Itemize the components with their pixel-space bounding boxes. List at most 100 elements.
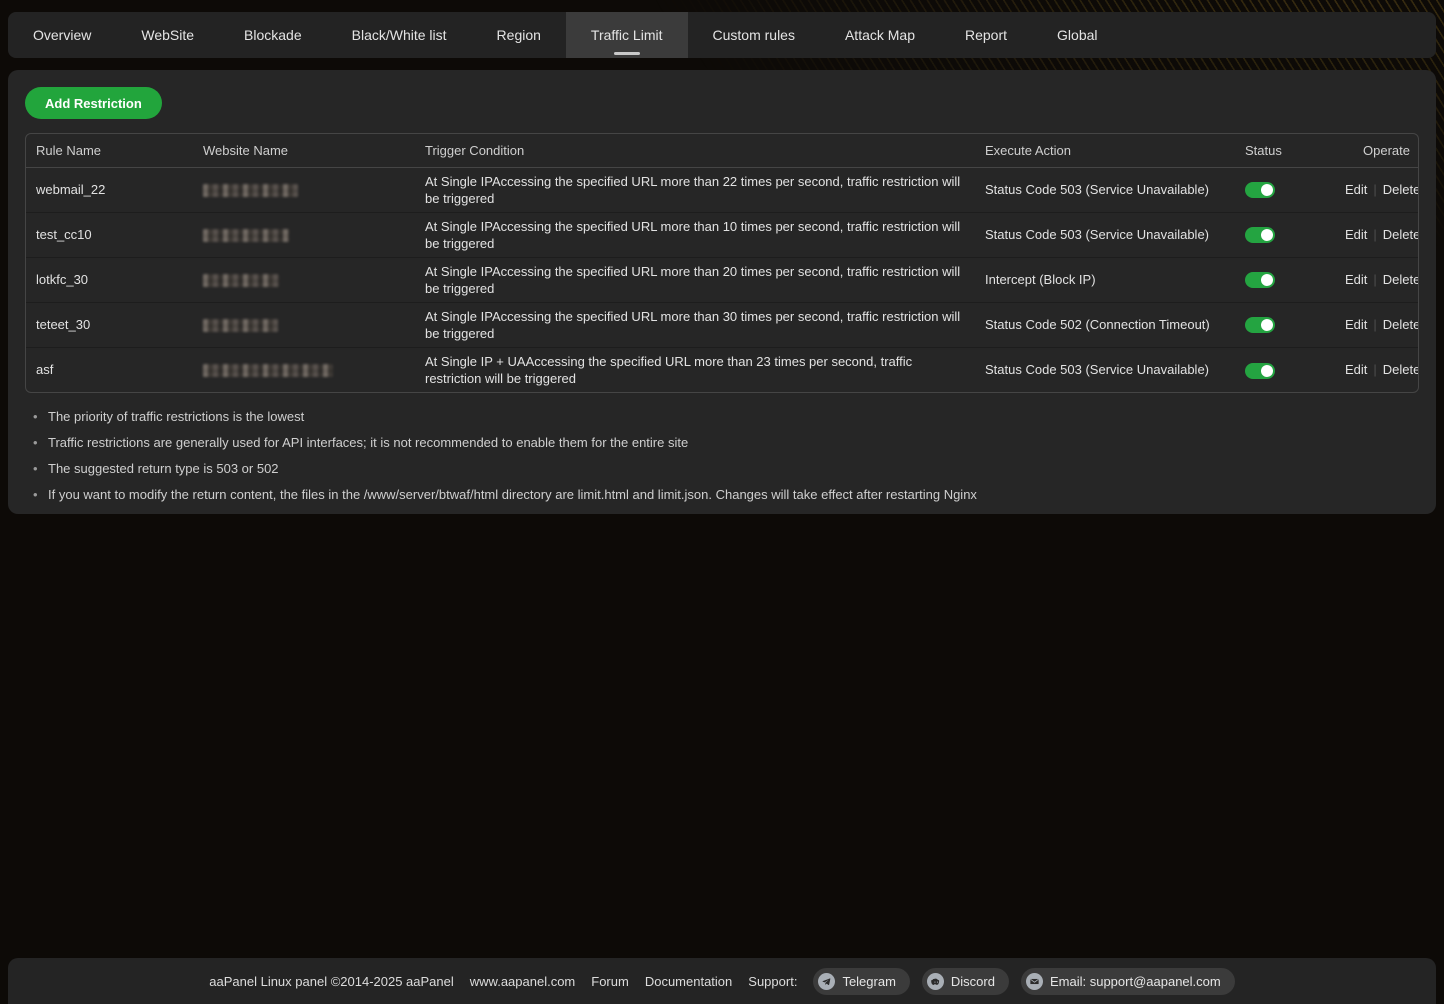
telegram-icon — [818, 973, 835, 990]
status-toggle[interactable] — [1245, 272, 1275, 288]
tab-website[interactable]: WebSite — [116, 12, 219, 58]
footer-support-label: Support: — [748, 974, 797, 989]
header-status: Status — [1235, 134, 1335, 167]
tab-region[interactable]: Region — [472, 12, 566, 58]
discord-icon — [927, 973, 944, 990]
delete-link[interactable]: Delete — [1383, 362, 1419, 377]
website-name-redacted — [203, 229, 289, 242]
tab-label: Global — [1057, 27, 1097, 43]
table-row: lotkfc_30 At Single IPAccessing the spec… — [26, 257, 1418, 302]
note-item: The suggested return type is 503 or 502 — [25, 461, 1419, 476]
rule-name: lotkfc_30 — [26, 257, 193, 302]
telegram-label: Telegram — [842, 974, 895, 989]
tab-label: Traffic Limit — [591, 27, 663, 43]
toggle-knob — [1261, 184, 1273, 196]
execute-action: Status Code 502 (Connection Timeout) — [975, 302, 1235, 347]
table-row: teteet_30 At Single IPAccessing the spec… — [26, 302, 1418, 347]
table-row: test_cc10 At Single IPAccessing the spec… — [26, 212, 1418, 257]
status-toggle[interactable] — [1245, 227, 1275, 243]
footer-link-documentation[interactable]: Documentation — [645, 974, 732, 989]
header-website-name: Website Name — [193, 134, 415, 167]
status-toggle[interactable] — [1245, 182, 1275, 198]
delete-link[interactable]: Delete — [1383, 227, 1419, 242]
execute-action: Status Code 503 (Service Unavailable) — [975, 212, 1235, 257]
execute-action: Intercept (Block IP) — [975, 257, 1235, 302]
rule-name: test_cc10 — [26, 212, 193, 257]
operate-separator: | — [1367, 227, 1382, 242]
edit-link[interactable]: Edit — [1345, 317, 1367, 332]
table-row: webmail_22 At Single IPAccessing the spe… — [26, 167, 1418, 212]
toggle-knob — [1261, 319, 1273, 331]
tab-overview[interactable]: Overview — [8, 12, 116, 58]
toggle-knob — [1261, 274, 1273, 286]
website-name-redacted — [203, 274, 279, 287]
table-row: asf At Single IP + UAAccessing the speci… — [26, 347, 1418, 392]
trigger-condition: At Single IPAccessing the specified URL … — [415, 257, 975, 302]
operate-separator: | — [1367, 182, 1382, 197]
operate-separator: | — [1367, 317, 1382, 332]
execute-action: Status Code 503 (Service Unavailable) — [975, 167, 1235, 212]
footer-link-website[interactable]: www.aapanel.com — [470, 974, 576, 989]
tab-global[interactable]: Global — [1032, 12, 1122, 58]
website-name-redacted — [203, 184, 298, 197]
add-restriction-button[interactable]: Add Restriction — [25, 87, 162, 119]
notes-list: The priority of traffic restrictions is … — [25, 409, 1419, 502]
operate-separator: | — [1367, 272, 1382, 287]
header-trigger-condition: Trigger Condition — [415, 134, 975, 167]
trigger-condition: At Single IPAccessing the specified URL … — [415, 212, 975, 257]
operate-separator: | — [1367, 362, 1382, 377]
rule-name: asf — [26, 347, 193, 392]
tab-label: Overview — [33, 27, 91, 43]
tab-traffic-limit[interactable]: Traffic Limit — [566, 12, 688, 58]
status-toggle[interactable] — [1245, 317, 1275, 333]
toggle-knob — [1261, 365, 1273, 377]
delete-link[interactable]: Delete — [1383, 317, 1419, 332]
tab-label: Black/White list — [352, 27, 447, 43]
footer-link-forum[interactable]: Forum — [591, 974, 629, 989]
telegram-button[interactable]: Telegram — [813, 968, 909, 995]
delete-link[interactable]: Delete — [1383, 272, 1419, 287]
footer-copyright: aaPanel Linux panel ©2014-2025 aaPanel — [209, 974, 454, 989]
tab-label: Region — [497, 27, 541, 43]
note-item: Traffic restrictions are generally used … — [25, 435, 1419, 450]
tab-label: Custom rules — [713, 27, 795, 43]
header-operate: Operate — [1335, 134, 1418, 167]
note-item: If you want to modify the return content… — [25, 487, 1419, 502]
tab-label: Blockade — [244, 27, 302, 43]
edit-link[interactable]: Edit — [1345, 272, 1367, 287]
note-item: The priority of traffic restrictions is … — [25, 409, 1419, 424]
status-toggle[interactable] — [1245, 363, 1275, 379]
tab-label: Attack Map — [845, 27, 915, 43]
footer-bar: aaPanel Linux panel ©2014-2025 aaPanel w… — [8, 958, 1436, 1004]
email-icon — [1026, 973, 1043, 990]
delete-link[interactable]: Delete — [1383, 182, 1419, 197]
tab-label: Report — [965, 27, 1007, 43]
email-button[interactable]: Email: support@aapanel.com — [1021, 968, 1235, 995]
trigger-condition: At Single IPAccessing the specified URL … — [415, 167, 975, 212]
tab-report[interactable]: Report — [940, 12, 1032, 58]
tab-label: WebSite — [141, 27, 194, 43]
toggle-knob — [1261, 229, 1273, 241]
tab-custom-rules[interactable]: Custom rules — [688, 12, 820, 58]
edit-link[interactable]: Edit — [1345, 227, 1367, 242]
tab-blockade[interactable]: Blockade — [219, 12, 327, 58]
table-header-row: Rule Name Website Name Trigger Condition… — [26, 134, 1418, 167]
email-label: Email: support@aapanel.com — [1050, 974, 1221, 989]
tab-black-white-list[interactable]: Black/White list — [327, 12, 472, 58]
traffic-limit-panel: Add Restriction Rule Name Website Name T… — [8, 70, 1436, 514]
rule-name: webmail_22 — [26, 167, 193, 212]
edit-link[interactable]: Edit — [1345, 182, 1367, 197]
footer-support-buttons: Telegram Discord Email: support@aapanel.… — [813, 968, 1234, 995]
header-execute-action: Execute Action — [975, 134, 1235, 167]
rule-name: teteet_30 — [26, 302, 193, 347]
waf-tab-bar: Overview WebSite Blockade Black/White li… — [8, 12, 1436, 58]
tab-attack-map[interactable]: Attack Map — [820, 12, 940, 58]
trigger-condition: At Single IPAccessing the specified URL … — [415, 302, 975, 347]
header-rule-name: Rule Name — [26, 134, 193, 167]
edit-link[interactable]: Edit — [1345, 362, 1367, 377]
discord-button[interactable]: Discord — [922, 968, 1009, 995]
restrictions-table: Rule Name Website Name Trigger Condition… — [25, 133, 1419, 393]
discord-label: Discord — [951, 974, 995, 989]
trigger-condition: At Single IP + UAAccessing the specified… — [415, 347, 975, 392]
execute-action: Status Code 503 (Service Unavailable) — [975, 347, 1235, 392]
